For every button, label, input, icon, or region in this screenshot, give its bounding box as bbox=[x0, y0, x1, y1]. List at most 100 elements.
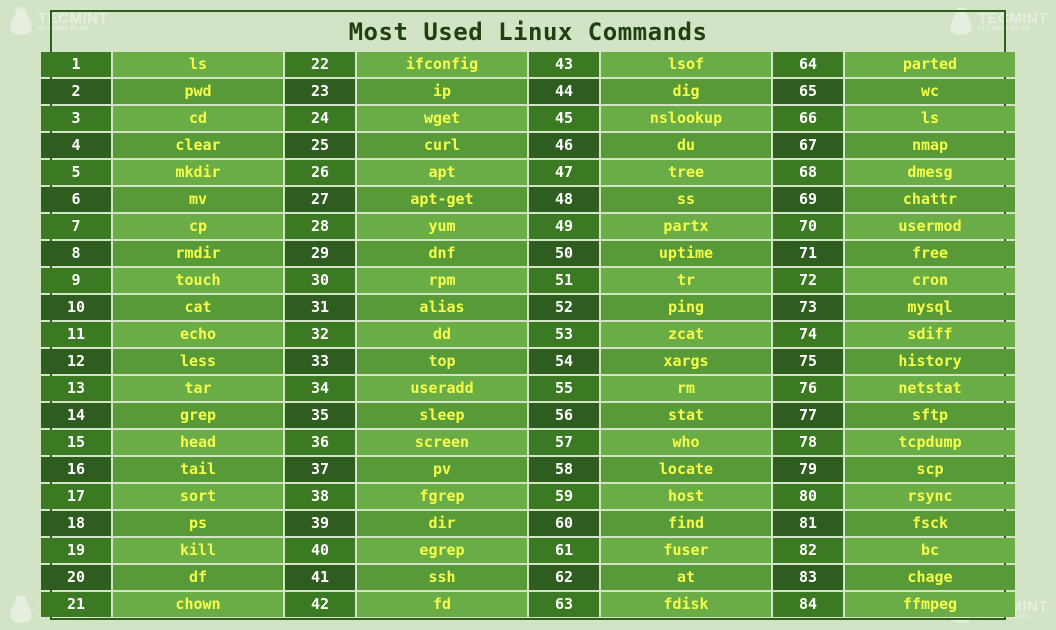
command-number: 66 bbox=[773, 106, 843, 131]
command-name: scp bbox=[845, 457, 1015, 482]
command-name: kill bbox=[113, 538, 283, 563]
command-name: head bbox=[113, 430, 283, 455]
command-number: 42 bbox=[285, 592, 355, 617]
command-name: curl bbox=[357, 133, 527, 158]
command-number: 62 bbox=[529, 565, 599, 590]
command-number: 78 bbox=[773, 430, 843, 455]
command-name: dir bbox=[357, 511, 527, 536]
command-name: fsck bbox=[845, 511, 1015, 536]
command-number: 13 bbox=[41, 376, 111, 401]
command-number: 50 bbox=[529, 241, 599, 266]
command-number: 4 bbox=[41, 133, 111, 158]
command-name: tar bbox=[113, 376, 283, 401]
command-name: useradd bbox=[357, 376, 527, 401]
command-name: yum bbox=[357, 214, 527, 239]
command-name: chown bbox=[113, 592, 283, 617]
command-name: stat bbox=[601, 403, 771, 428]
command-number: 54 bbox=[529, 349, 599, 374]
command-name: mv bbox=[113, 187, 283, 212]
command-name: clear bbox=[113, 133, 283, 158]
command-number: 64 bbox=[773, 52, 843, 77]
command-number: 41 bbox=[285, 565, 355, 590]
command-name: du bbox=[601, 133, 771, 158]
command-number: 14 bbox=[41, 403, 111, 428]
command-number: 27 bbox=[285, 187, 355, 212]
command-name: rm bbox=[601, 376, 771, 401]
command-number: 16 bbox=[41, 457, 111, 482]
command-number: 81 bbox=[773, 511, 843, 536]
command-number: 74 bbox=[773, 322, 843, 347]
command-name: ssh bbox=[357, 565, 527, 590]
command-name: apt bbox=[357, 160, 527, 185]
command-number: 63 bbox=[529, 592, 599, 617]
command-number: 6 bbox=[41, 187, 111, 212]
command-number: 52 bbox=[529, 295, 599, 320]
command-number: 24 bbox=[285, 106, 355, 131]
command-name: cron bbox=[845, 268, 1015, 293]
command-number: 80 bbox=[773, 484, 843, 509]
command-name: dig bbox=[601, 79, 771, 104]
command-number: 29 bbox=[285, 241, 355, 266]
command-number: 18 bbox=[41, 511, 111, 536]
command-name: uptime bbox=[601, 241, 771, 266]
command-name: touch bbox=[113, 268, 283, 293]
command-number: 82 bbox=[773, 538, 843, 563]
penguin-icon bbox=[8, 6, 34, 36]
command-number: 33 bbox=[285, 349, 355, 374]
command-name: ping bbox=[601, 295, 771, 320]
command-number: 25 bbox=[285, 133, 355, 158]
command-name: fuser bbox=[601, 538, 771, 563]
command-name: pwd bbox=[113, 79, 283, 104]
command-number: 58 bbox=[529, 457, 599, 482]
command-name: chage bbox=[845, 565, 1015, 590]
command-number: 37 bbox=[285, 457, 355, 482]
command-number: 68 bbox=[773, 160, 843, 185]
command-number: 51 bbox=[529, 268, 599, 293]
command-name: usermod bbox=[845, 214, 1015, 239]
command-number: 11 bbox=[41, 322, 111, 347]
command-number: 15 bbox=[41, 430, 111, 455]
command-name: zcat bbox=[601, 322, 771, 347]
command-number: 69 bbox=[773, 187, 843, 212]
command-number: 12 bbox=[41, 349, 111, 374]
command-name: find bbox=[601, 511, 771, 536]
command-name: bc bbox=[845, 538, 1015, 563]
command-name: cd bbox=[113, 106, 283, 131]
command-number: 17 bbox=[41, 484, 111, 509]
command-name: wget bbox=[357, 106, 527, 131]
command-name: ls bbox=[113, 52, 283, 77]
command-number: 53 bbox=[529, 322, 599, 347]
penguin-icon bbox=[8, 594, 34, 624]
command-name: top bbox=[357, 349, 527, 374]
command-number: 30 bbox=[285, 268, 355, 293]
command-number: 40 bbox=[285, 538, 355, 563]
command-name: cp bbox=[113, 214, 283, 239]
command-number: 56 bbox=[529, 403, 599, 428]
command-number: 9 bbox=[41, 268, 111, 293]
command-number: 8 bbox=[41, 241, 111, 266]
command-name: parted bbox=[845, 52, 1015, 77]
command-name: ip bbox=[357, 79, 527, 104]
command-number: 67 bbox=[773, 133, 843, 158]
command-name: ss bbox=[601, 187, 771, 212]
command-number: 22 bbox=[285, 52, 355, 77]
command-number: 34 bbox=[285, 376, 355, 401]
command-name: grep bbox=[113, 403, 283, 428]
command-name: nslookup bbox=[601, 106, 771, 131]
command-number: 21 bbox=[41, 592, 111, 617]
command-number: 28 bbox=[285, 214, 355, 239]
command-name: at bbox=[601, 565, 771, 590]
page-title: Most Used Linux Commands bbox=[52, 18, 1004, 46]
command-number: 77 bbox=[773, 403, 843, 428]
command-number: 72 bbox=[773, 268, 843, 293]
command-name: partx bbox=[601, 214, 771, 239]
command-name: egrep bbox=[357, 538, 527, 563]
command-name: tree bbox=[601, 160, 771, 185]
command-number: 60 bbox=[529, 511, 599, 536]
command-number: 71 bbox=[773, 241, 843, 266]
command-name: dnf bbox=[357, 241, 527, 266]
command-name: sdiff bbox=[845, 322, 1015, 347]
command-number: 1 bbox=[41, 52, 111, 77]
command-number: 20 bbox=[41, 565, 111, 590]
command-number: 59 bbox=[529, 484, 599, 509]
